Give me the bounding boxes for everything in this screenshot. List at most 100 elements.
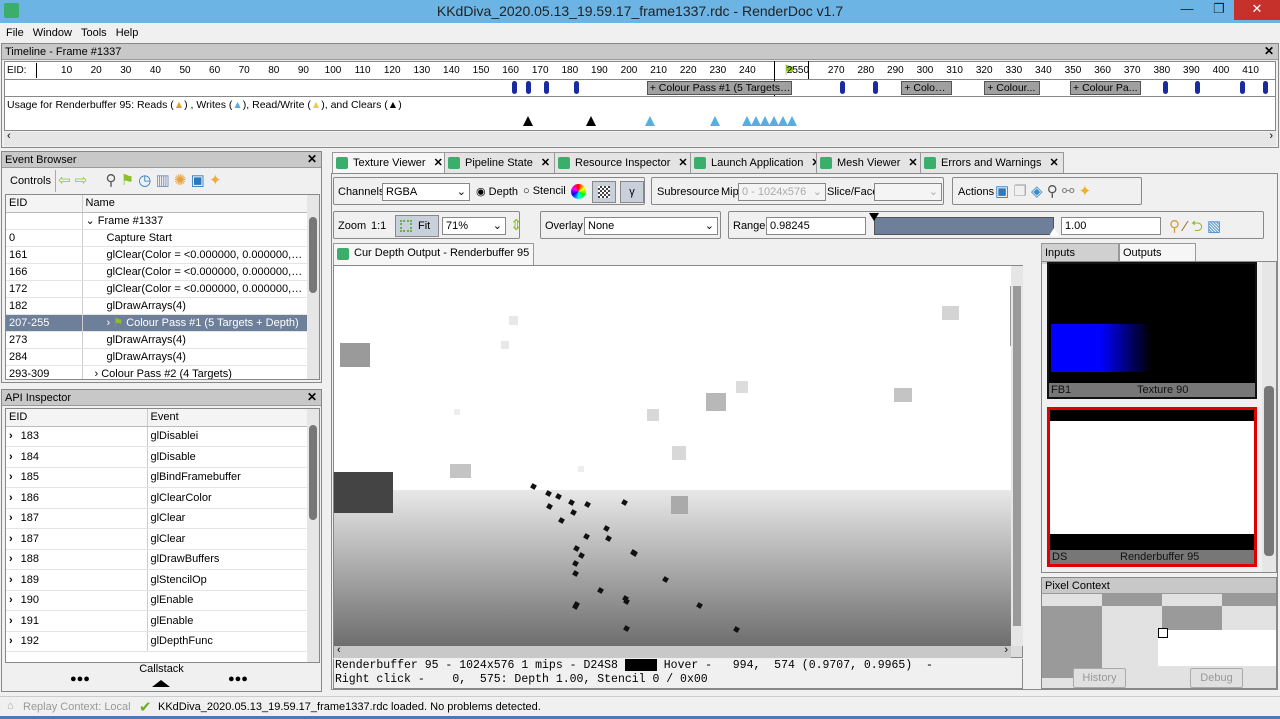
pass-marker[interactable]: + Colour...	[901, 81, 952, 95]
scroll-right-icon[interactable]: ›	[1269, 130, 1273, 142]
find-icon[interactable]: ⚲	[1047, 183, 1058, 200]
expand-icon[interactable]: ›	[9, 553, 13, 565]
expand-icon[interactable]: ›	[9, 471, 13, 483]
expand-icon[interactable]: ›	[9, 492, 13, 504]
api-row[interactable]: › 191 glEnable	[6, 610, 309, 632]
column-name[interactable]: Name	[82, 195, 309, 213]
zoom-select[interactable]: 71% ⌄	[442, 217, 506, 235]
expand-icon[interactable]: ›	[9, 512, 13, 524]
range-max-handle[interactable]	[1049, 228, 1059, 236]
draw-marker[interactable]	[544, 81, 550, 94]
scroll-left-icon[interactable]: ‹	[7, 130, 11, 142]
channels-select[interactable]: RGBA ⌄	[382, 183, 470, 201]
save-texture-icon[interactable]: ▣	[995, 183, 1009, 200]
expand-icon[interactable]: ›	[9, 594, 13, 606]
tab-pipeline-state[interactable]: Pipeline State ✕	[444, 152, 556, 173]
timeline-close-icon[interactable]: ✕	[1264, 44, 1274, 58]
range-min-input[interactable]: 0.98245	[766, 217, 866, 235]
plugin-icon[interactable]: ✦	[209, 172, 222, 189]
plugin-icon[interactable]: ✦	[1079, 183, 1092, 200]
maximize-button[interactable]: ❐	[1204, 0, 1234, 20]
event-row[interactable]: 182 glDrawArrays(4)	[6, 297, 309, 315]
bookmark-flag-icon[interactable]: ⚑	[121, 172, 134, 189]
save-icon[interactable]: ▣	[191, 172, 205, 189]
api-list-scrollbar[interactable]	[307, 409, 319, 662]
event-row[interactable]: ⌄ Frame #1337	[6, 212, 309, 230]
column-eid[interactable]: EID	[6, 409, 148, 427]
event-row[interactable]: 0 Capture Start	[6, 229, 309, 247]
tab-mesh-viewer[interactable]: Mesh Viewer ✕	[816, 152, 923, 173]
event-row[interactable]: 293-309 › Colour Pass #2 (4 Targets)	[6, 365, 309, 379]
expand-icon[interactable]: ›	[9, 533, 13, 545]
find-icon[interactable]: ⚲	[106, 172, 117, 189]
pass-marker[interactable]: + Colour...	[984, 81, 1041, 95]
menu-window[interactable]: Window	[33, 27, 72, 39]
write-usage-marker[interactable]	[644, 116, 655, 126]
auto-fit-icon[interactable]: ⁄	[1184, 218, 1187, 235]
range-slider[interactable]	[874, 217, 1054, 235]
next-event-icon[interactable]: ⇨	[75, 172, 88, 189]
api-row[interactable]: › 187 glClear	[6, 508, 309, 529]
api-row[interactable]: › 188 glDrawBuffers	[6, 549, 309, 570]
flip-vertical-icon[interactable]: ⇕	[510, 216, 523, 234]
canvas-hscrollbar[interactable]: ‹ ›	[334, 644, 1011, 658]
minimize-button[interactable]: —	[1172, 0, 1202, 20]
expand-up-icon[interactable]	[152, 680, 170, 687]
clear-usage-marker[interactable]	[523, 116, 534, 126]
api-row[interactable]: › 186 glClearColor	[6, 487, 309, 509]
draw-marker[interactable]	[511, 81, 517, 94]
histogram-icon[interactable]: ▧	[1207, 218, 1221, 235]
draw-marker[interactable]	[1239, 81, 1245, 94]
draw-marker[interactable]	[840, 81, 846, 94]
canvas-vscrollbar[interactable]	[1011, 266, 1023, 646]
close-tab-icon[interactable]: ✕	[908, 157, 917, 169]
overlay-select[interactable]: None ⌄	[584, 217, 718, 235]
slice-select[interactable]: ⌄	[874, 183, 942, 201]
settings-icon[interactable]: ✺	[174, 172, 187, 189]
reset-range-icon[interactable]: ⮌	[1191, 218, 1203, 235]
event-row[interactable]: 207-255 › ⚑ Colour Pass #1 (5 Targets + D…	[6, 314, 309, 332]
api-row[interactable]: › 187 glClear	[6, 528, 309, 550]
tab-resource-inspector[interactable]: Resource Inspector ✕	[554, 152, 693, 173]
scroll-left-icon[interactable]: ‹	[337, 644, 341, 656]
pass-marker[interactable]: + Colour Pass #1 (5 Targets ...	[646, 81, 792, 95]
expand-icon[interactable]: ›	[9, 635, 13, 647]
fit-button[interactable]: Fit	[395, 215, 439, 237]
zoom-range-icon[interactable]: ⚲	[1169, 218, 1180, 235]
stencil-radio[interactable]: ○ Stencil	[523, 185, 566, 197]
event-row[interactable]: 273 glDrawArrays(4)	[6, 331, 309, 349]
tab-errors-and-warnings[interactable]: Errors and Warnings ✕	[920, 152, 1064, 173]
color-picker-icon[interactable]	[571, 184, 586, 199]
stats-icon[interactable]: ▥	[156, 172, 170, 189]
pixel-context-grid[interactable]: History Debug	[1042, 594, 1276, 688]
outputs-scrollbar[interactable]	[1262, 262, 1276, 572]
range-min-handle[interactable]	[869, 213, 879, 221]
expand-icon[interactable]: ›	[9, 430, 13, 442]
expand-icon[interactable]: ›	[9, 615, 13, 627]
thumbnail-fb1[interactable]: FB1 Texture 90	[1047, 262, 1257, 399]
range-max-input[interactable]: 1.00	[1061, 217, 1161, 235]
depth-radio[interactable]: ◉ Depth	[476, 185, 518, 198]
tab-cur-depth-output[interactable]: Cur Depth Output - Renderbuffer 95	[333, 243, 535, 265]
gamma-button[interactable]: γ	[620, 181, 644, 203]
menu-file[interactable]: File	[6, 27, 24, 39]
column-eid[interactable]: EID	[6, 195, 83, 213]
close-tab-icon[interactable]: ✕	[434, 157, 443, 169]
link-icon[interactable]: ⚯	[1062, 183, 1075, 200]
replay-context[interactable]: Replay Context: Local	[23, 701, 131, 713]
close-tab-icon[interactable]: ✕	[541, 157, 550, 169]
draw-marker[interactable]	[1162, 81, 1168, 94]
callstack-left-handle[interactable]: ●●●	[70, 673, 90, 685]
close-button[interactable]: ✕	[1234, 0, 1280, 20]
close-tab-icon[interactable]: ✕	[678, 157, 687, 169]
api-row[interactable]: › 190 glEnable	[6, 590, 309, 611]
thumbnail-ds[interactable]: DS Renderbuffer 95	[1047, 407, 1257, 567]
pass-marker[interactable]: + Colour Pa...	[1070, 81, 1142, 95]
column-event[interactable]: Event	[147, 409, 309, 427]
event-row[interactable]: 166 glClear(Color = <0.000000, 0.000000, …	[6, 263, 309, 281]
expand-icon[interactable]: ›	[9, 451, 13, 463]
menu-help[interactable]: Help	[116, 27, 139, 39]
zoom-1to1-button[interactable]: 1:1	[371, 220, 386, 232]
api-row[interactable]: › 184 glDisable	[6, 446, 309, 468]
api-row[interactable]: › 185 glBindFramebuffer	[6, 467, 309, 488]
